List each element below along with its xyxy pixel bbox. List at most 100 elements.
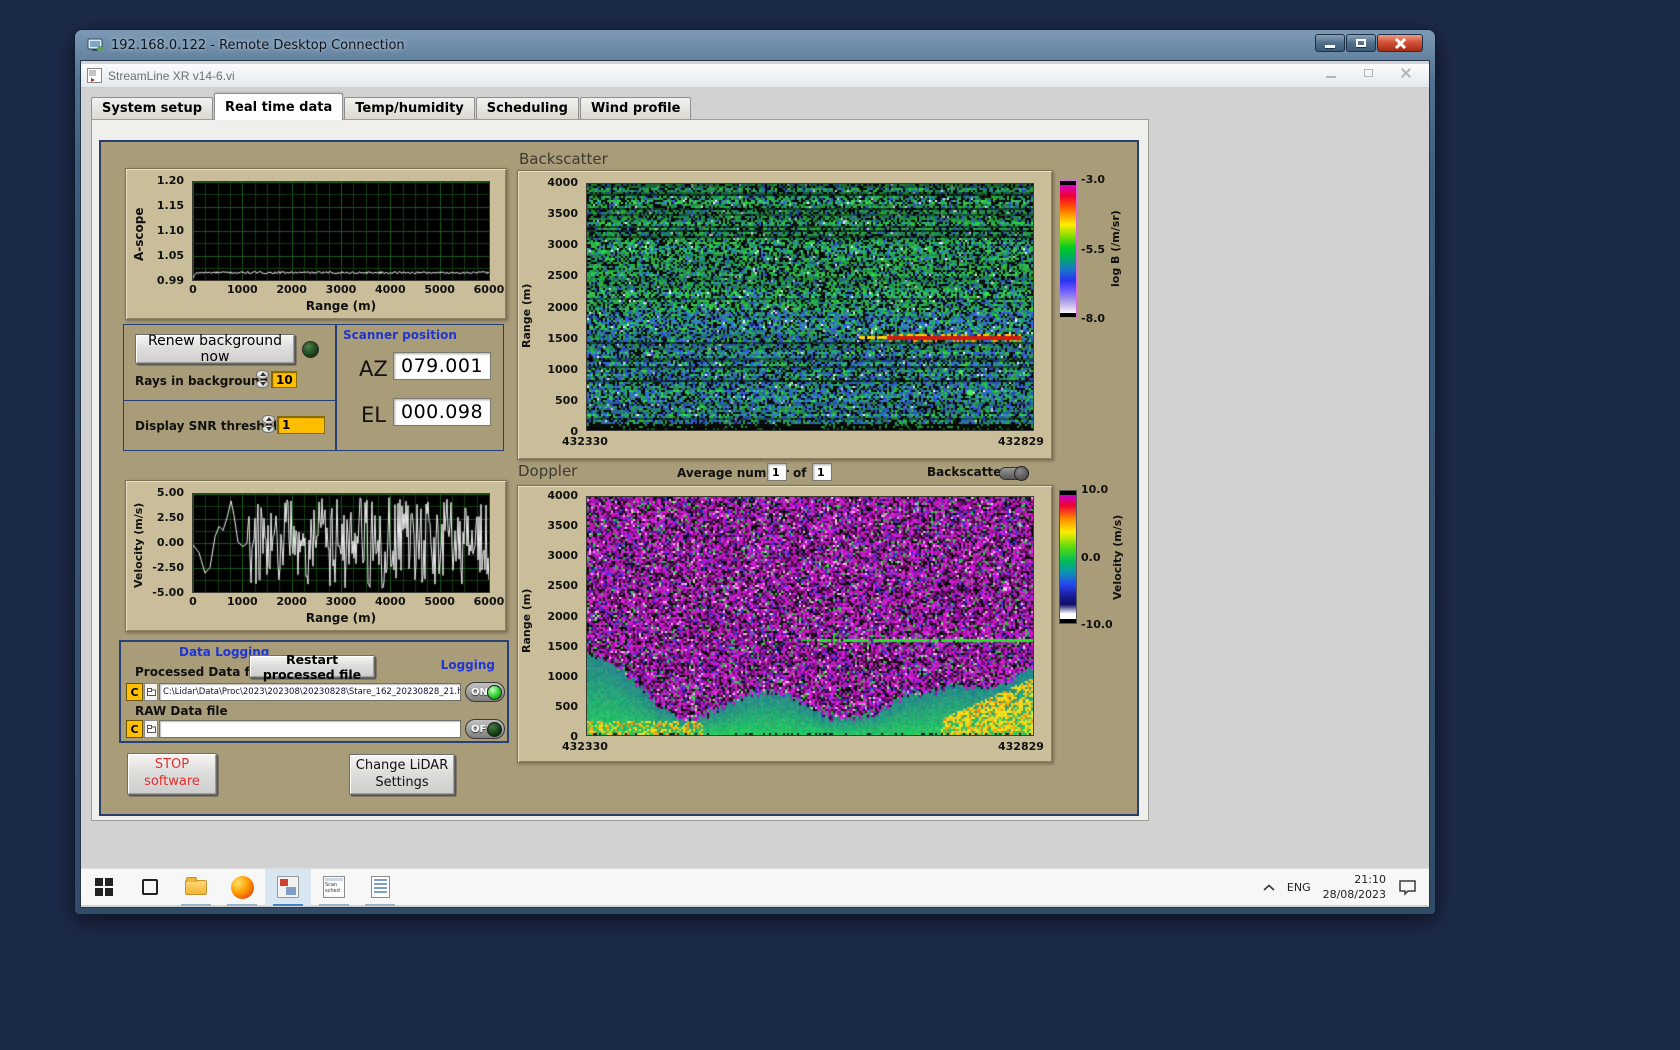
- velocity-x-label: Range (m): [305, 611, 377, 625]
- background-control-box: Renew background now Rays in background …: [123, 324, 336, 401]
- tick-label: 4000: [375, 283, 406, 296]
- stop-line1: STOP: [154, 757, 190, 773]
- backscatter-x-start: 432330: [562, 435, 608, 448]
- taskbar-clock[interactable]: 21:10 28/08/2023: [1323, 873, 1386, 903]
- ascope-x-axis: 0 1000 2000 3000 4000 5000 6000: [176, 283, 506, 296]
- data-logging-box: Data Logging Processed Data file Restart…: [119, 640, 509, 743]
- tab-system-setup[interactable]: System setup: [91, 97, 214, 120]
- tab-temp-humidity[interactable]: Temp/humidity: [344, 97, 475, 120]
- doppler-colorbar-label: Velocity (m/s): [1111, 514, 1124, 600]
- tab-scheduling[interactable]: Scheduling: [475, 97, 579, 120]
- stop-line2: software: [144, 774, 200, 789]
- rdp-minimize-button[interactable]: [1315, 34, 1345, 52]
- tick-label: 6000: [473, 283, 505, 296]
- logging-label: Logging: [440, 658, 495, 672]
- folder-icon: [185, 876, 207, 895]
- doppler-title: Doppler: [518, 462, 578, 480]
- app-close-button[interactable]: [1401, 68, 1411, 78]
- tick-label: 3500: [547, 207, 578, 221]
- file-explorer-button[interactable]: [173, 869, 219, 906]
- rdp-titlebar[interactable]: 192.168.0.122 - Remote Desktop Connectio…: [75, 30, 1435, 60]
- el-value-field[interactable]: 000.098: [393, 398, 491, 426]
- tick-label: 3500: [547, 519, 578, 533]
- backscatter-x-end: 432829: [998, 435, 1044, 448]
- processed-path-field[interactable]: C:\Lidar\Data\Proc\2023\202308\20230828\…: [159, 683, 461, 701]
- rdp-maximize-button[interactable]: [1346, 34, 1376, 52]
- raw-logging-toggle[interactable]: OFF: [465, 719, 505, 739]
- notepad-button[interactable]: [357, 869, 403, 906]
- tick-label: 5.00: [156, 486, 184, 499]
- processed-logging-toggle[interactable]: ON: [465, 682, 505, 702]
- average-of-field[interactable]: 1: [812, 463, 832, 481]
- az-value-field[interactable]: 079.001: [393, 352, 491, 380]
- tab-real-time-data[interactable]: Real time data: [214, 93, 344, 120]
- rdp-icon: [87, 38, 103, 52]
- tick-label: 4000: [375, 595, 406, 608]
- tick-label: 1.05: [156, 249, 184, 262]
- rays-spinner[interactable]: [256, 370, 269, 388]
- raw-drive-combo[interactable]: C: [126, 720, 143, 738]
- renew-background-button[interactable]: Renew background now: [135, 333, 295, 365]
- velocity-x-axis: 0 1000 2000 3000 4000 5000 6000: [176, 595, 506, 608]
- scanner-position-title: Scanner position: [343, 328, 457, 342]
- snr-spinner[interactable]: [262, 415, 275, 433]
- processed-browse-button[interactable]: [144, 683, 158, 701]
- scan-schedule-label: Scan sched: [325, 882, 340, 894]
- tab-wind-profile[interactable]: Wind profile: [579, 97, 692, 120]
- backscatter-display-toggle[interactable]: [999, 466, 1029, 481]
- tick-label: 1.20: [156, 174, 184, 187]
- rays-value-field[interactable]: 10: [271, 371, 297, 388]
- tick-label: 5000: [424, 283, 455, 296]
- raw-path-field[interactable]: [159, 720, 461, 738]
- app-minimize-button[interactable]: [1326, 76, 1336, 78]
- change-line1: Change LiDAR: [355, 757, 449, 773]
- tray-expand-chevron[interactable]: [1263, 883, 1275, 892]
- doppler-plot-area: [586, 496, 1034, 736]
- doppler-colorbar: [1059, 490, 1077, 624]
- rdp-close-button[interactable]: [1377, 34, 1423, 52]
- processed-logging-led: [487, 684, 502, 700]
- velocity-graph: 5.00 2.50 0.00 -2.50 -5.00 Velocity (m/s) 01…: [125, 480, 507, 632]
- snr-threshold-box: Display SNR threshold 1: [123, 400, 336, 451]
- tick-label: 2000: [276, 595, 307, 608]
- start-button[interactable]: [81, 869, 127, 906]
- tick-label: 500: [555, 699, 578, 713]
- stop-software-button[interactable]: STOP software: [127, 753, 217, 795]
- renew-background-led: [302, 341, 319, 358]
- average-number-field[interactable]: 1: [767, 463, 787, 481]
- language-indicator[interactable]: ENG: [1287, 881, 1311, 894]
- app-titlebar[interactable]: StreamLine XR v14-6.vi: [81, 64, 1429, 88]
- tick-label: 3000: [547, 549, 578, 563]
- change-lidar-settings-button[interactable]: Change LiDAR Settings: [349, 754, 455, 795]
- backscatter-graph: 4000 3500 3000 2500 2000 1500 1000 500 0 Range (…: [517, 170, 1053, 460]
- front-panel: 1.20 1.15 1.10 1.05 0.99 A-scope 0 1000 2000 30…: [99, 140, 1139, 816]
- tick-label: 1.10: [156, 224, 184, 237]
- snr-value-field[interactable]: 1: [277, 416, 325, 434]
- doppler-graph: 4000 3500 3000 2500 2000 1500 1000 500 0 Range (…: [517, 485, 1053, 763]
- tick-label: 6000: [473, 595, 505, 608]
- scanner-position-box: Scanner position AZ 079.001 EL 000.098: [336, 324, 504, 451]
- rays-in-background-label: Rays in background: [135, 374, 269, 388]
- processed-drive-combo[interactable]: C: [126, 683, 143, 701]
- doppler-y-label: Range (m): [520, 588, 533, 654]
- tick-label: 2000: [547, 300, 578, 314]
- app-maximize-button[interactable]: [1364, 69, 1373, 77]
- tick-label: 3000: [325, 283, 357, 296]
- windows-logo-icon: [95, 878, 113, 896]
- restart-processed-file-button[interactable]: Restart processed file: [249, 652, 375, 682]
- ascope-x-label: Range (m): [305, 299, 377, 313]
- action-center-icon[interactable]: [1398, 879, 1417, 896]
- tick-label: 1000: [227, 595, 258, 608]
- toggle-knob: [1014, 466, 1029, 481]
- ascope-graph: 1.20 1.15 1.10 1.05 0.99 A-scope 0 1000 2000 30…: [125, 168, 507, 320]
- task-view-button[interactable]: [127, 869, 173, 906]
- remote-session-screen: StreamLine XR v14-6.vi System setup Real …: [80, 60, 1430, 908]
- raw-browse-button[interactable]: [144, 720, 158, 738]
- streamline-app-button[interactable]: [265, 868, 311, 906]
- tick-label: 1.15: [156, 199, 184, 212]
- scan-schedule-button[interactable]: Scan sched: [311, 869, 357, 906]
- backscatter-colorbar-label: log B (/m/sr): [1109, 210, 1122, 288]
- tick-label: 1000: [547, 362, 578, 376]
- streamline-app-icon: [277, 876, 299, 898]
- firefox-button[interactable]: [219, 869, 265, 906]
